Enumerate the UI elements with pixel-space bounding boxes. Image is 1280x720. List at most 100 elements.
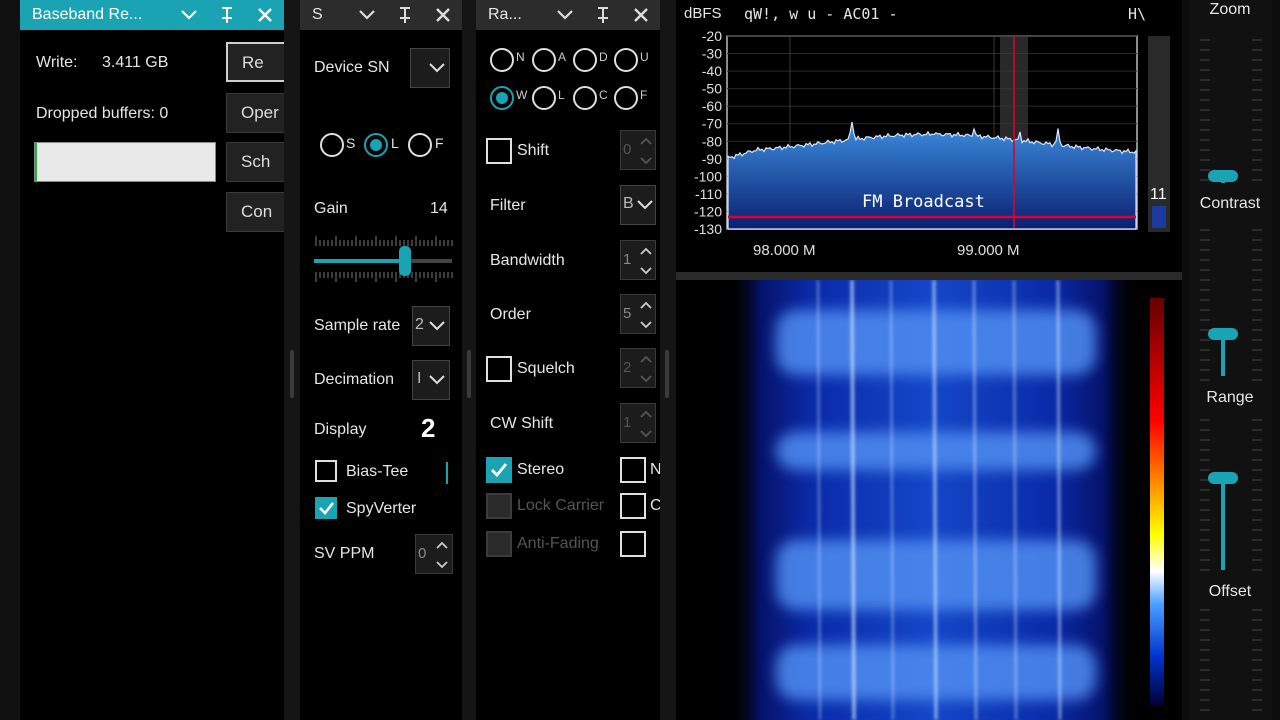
spin-arrows-icon — [640, 410, 652, 438]
contrast-slider-thumb[interactable] — [1208, 328, 1238, 340]
spectrum-waterfall-divider[interactable] — [676, 272, 1182, 280]
mode-radio-raw[interactable] — [614, 86, 638, 110]
order-spinner[interactable]: 5 — [620, 294, 656, 334]
sample-rate-value: 2 — [415, 316, 424, 333]
filter-value: B — [623, 195, 634, 212]
spectrum-area[interactable]: dBFS qW!, w u - AC01 - H\ -20 -30 -40 -50 -6… — [676, 0, 1182, 272]
close-icon[interactable] — [622, 0, 660, 30]
mode-radio-dsb[interactable] — [573, 48, 597, 72]
signal-meter-fill — [1152, 206, 1166, 228]
config-button[interactable]: Con — [226, 192, 284, 232]
squelch-checkbox[interactable] — [486, 356, 512, 382]
y-tick-label: -110 — [695, 186, 722, 202]
chevron-down-icon[interactable] — [546, 0, 584, 30]
bandwidth-spinner[interactable]: 1 — [620, 240, 656, 280]
splitter-handle-3[interactable] — [665, 350, 669, 398]
contrast-slider-track[interactable] — [1221, 334, 1225, 376]
lock-carrier-checkbox[interactable] — [486, 493, 512, 519]
spectrum-plot[interactable]: -20 -30-40 -50-60 -70-80 -90-100 -110-120 -130 — [676, 0, 1182, 272]
mode-label-nfm: N — [516, 50, 525, 64]
source-radio-l[interactable] — [364, 133, 388, 157]
waterfall[interactable] — [676, 280, 1182, 720]
sv-ppm-spinner[interactable]: 0 — [415, 534, 453, 574]
mode-label-cw: C — [599, 88, 608, 102]
zoom-slider-thumb[interactable] — [1208, 170, 1238, 182]
source-radio-f[interactable] — [408, 133, 432, 157]
open-button[interactable]: Oper — [226, 93, 284, 133]
gain-value: 14 — [430, 200, 448, 217]
gain-slider-thumb[interactable] — [399, 246, 412, 276]
bias-tee-label: Bias-Tee — [346, 463, 409, 480]
mode-radio-lsb[interactable] — [532, 86, 556, 110]
pin-icon[interactable] — [584, 0, 622, 30]
decimation-dropdown[interactable]: I — [412, 360, 450, 400]
pin-icon[interactable] — [208, 0, 246, 30]
waterfall-image — [728, 280, 1164, 720]
y-tick-label: -60 — [702, 98, 722, 114]
source-radio-s-label: S — [346, 135, 356, 151]
shift-checkbox[interactable] — [486, 138, 512, 164]
pin-icon[interactable] — [386, 0, 424, 30]
bias-tee-checkbox[interactable] — [315, 460, 337, 482]
right-checkbox-1-label: N — [650, 461, 660, 478]
sv-ppm-value: 0 — [418, 545, 427, 562]
display-value: 2 — [421, 413, 436, 443]
squelch-label: Squelch — [517, 360, 575, 377]
mode-label-dsb: D — [599, 50, 608, 64]
spyverter-checkbox[interactable] — [315, 497, 337, 519]
gain-label: Gain — [314, 200, 348, 217]
mode-radio-usb[interactable] — [614, 48, 638, 72]
radio-header: Ra... — [476, 0, 660, 30]
source-header: S — [300, 0, 462, 30]
offset-slider-track[interactable] — [1221, 478, 1225, 570]
offset-slider-thumb[interactable] — [1208, 472, 1238, 484]
range-label: Range — [1206, 389, 1254, 406]
order-value: 5 — [623, 305, 632, 322]
device-sn-dropdown[interactable] — [410, 48, 450, 88]
stereo-label: Stereo — [517, 461, 565, 478]
shift-spinner[interactable]: 0 — [620, 130, 656, 170]
cw-shift-spinner[interactable]: 1 — [620, 403, 656, 443]
schedule-button[interactable]: Sch — [226, 142, 284, 182]
signal-meter-value: 11 — [1150, 186, 1167, 203]
source-radio-s[interactable] — [320, 133, 344, 157]
band-label: FM Broadcast — [862, 192, 985, 212]
decimation-value: I — [417, 370, 422, 387]
y-tick-label: -100 — [694, 168, 722, 184]
splitter-handle-1[interactable] — [290, 350, 294, 398]
decimation-label: Decimation — [314, 371, 395, 388]
source-radio-f-label: F — [435, 135, 444, 151]
y-tick-label: -120 — [694, 203, 722, 219]
chevron-down-icon[interactable] — [170, 0, 208, 30]
right-checkbox-3[interactable] — [620, 531, 646, 557]
filter-dropdown[interactable]: B — [620, 185, 656, 225]
close-icon[interactable] — [424, 0, 462, 30]
record-progress-bar — [34, 142, 216, 182]
left-scrollbar[interactable] — [0, 0, 20, 720]
source-title: S — [312, 6, 323, 23]
mode-radio-am[interactable] — [532, 48, 556, 72]
record-button[interactable]: Re — [226, 42, 284, 82]
sample-rate-dropdown[interactable]: 2 — [412, 306, 450, 346]
chevron-down-icon[interactable] — [348, 0, 386, 30]
squelch-spinner[interactable]: 2 — [620, 348, 656, 388]
anti-fading-checkbox[interactable] — [486, 531, 512, 557]
y-tick-label: -50 — [702, 81, 722, 97]
mode-radio-wfm[interactable] — [490, 86, 514, 110]
mode-radio-cw[interactable] — [573, 86, 597, 110]
stereo-checkbox[interactable] — [486, 457, 512, 483]
mode-radio-nfm[interactable] — [490, 48, 514, 72]
gain-slider-track[interactable] — [314, 259, 452, 263]
order-label: Order — [490, 306, 531, 323]
shift-label: Shift — [517, 142, 550, 159]
chevron-down-icon — [429, 375, 445, 385]
device-sn-label: Device SN — [314, 59, 390, 76]
right-checkbox-1[interactable] — [620, 457, 646, 483]
recorder-panel: Baseband Re... Write: 3.411 GB Dropped b… — [20, 0, 284, 720]
splitter-handle-2[interactable] — [467, 350, 471, 398]
right-checkbox-2[interactable] — [620, 493, 646, 519]
y-tick-label: -80 — [702, 133, 722, 149]
close-icon[interactable] — [246, 0, 284, 30]
mode-label-am: A — [558, 50, 567, 64]
anti-fading-label: Anti-Fading — [517, 535, 599, 552]
